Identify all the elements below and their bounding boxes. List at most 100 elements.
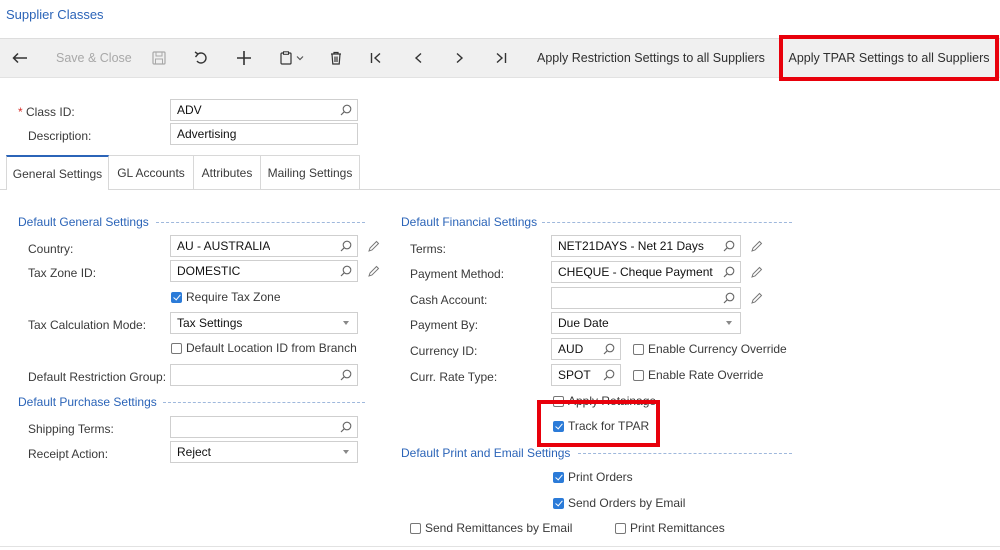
- checkbox-box[interactable]: [553, 471, 564, 483]
- country-value: AU - AUSTRALIA: [177, 239, 271, 253]
- section-divider: [163, 402, 365, 403]
- enable-rate-override-checkbox[interactable]: Enable Rate Override: [633, 368, 763, 382]
- search-icon[interactable]: [340, 265, 352, 277]
- last-record-button[interactable]: [495, 52, 507, 64]
- trash-icon: [331, 51, 341, 65]
- checkbox-box[interactable]: [633, 369, 644, 381]
- search-icon[interactable]: [603, 343, 615, 355]
- plus-icon: [237, 51, 251, 65]
- first-icon: [370, 52, 381, 64]
- search-icon[interactable]: [723, 240, 735, 252]
- payment-by-select[interactable]: Due Date: [551, 312, 741, 334]
- copy-paste-button[interactable]: [280, 51, 304, 65]
- checkbox-box[interactable]: [553, 497, 564, 509]
- search-icon[interactable]: [340, 240, 352, 252]
- send-orders-email-checkbox[interactable]: Send Orders by Email: [553, 496, 685, 510]
- dropdown-caret-icon: [343, 450, 349, 454]
- restriction-group-field[interactable]: [170, 364, 358, 386]
- chevron-left-icon: [414, 52, 422, 64]
- back-button[interactable]: [12, 52, 28, 64]
- add-button[interactable]: [237, 51, 251, 65]
- country-field[interactable]: AU - AUSTRALIA: [170, 235, 358, 257]
- apply-tpar-button[interactable]: Apply TPAR Settings to all Suppliers: [779, 35, 999, 81]
- tax-zone-field[interactable]: DOMESTIC: [170, 260, 358, 282]
- general-settings-section-title: Default General Settings: [18, 215, 149, 229]
- tax-calc-mode-value: Tax Settings: [177, 316, 243, 330]
- rate-type-field[interactable]: SPOT: [551, 364, 621, 386]
- search-icon[interactable]: [723, 292, 735, 304]
- send-orders-email-label: Send Orders by Email: [568, 496, 686, 510]
- payment-by-value: Due Date: [558, 316, 609, 330]
- search-icon[interactable]: [340, 104, 352, 116]
- cash-account-field[interactable]: [551, 287, 741, 309]
- first-record-button[interactable]: [370, 52, 382, 64]
- edit-pencil-icon[interactable]: [367, 265, 380, 278]
- tab-general-settings[interactable]: General Settings: [6, 155, 109, 190]
- undo-icon: [194, 51, 207, 64]
- terms-field[interactable]: NET21DAYS - Net 21 Days: [551, 235, 741, 257]
- save-close-button[interactable]: Save & Close: [56, 51, 132, 65]
- search-icon[interactable]: [340, 369, 352, 381]
- currency-id-field[interactable]: AUD: [551, 338, 621, 360]
- receipt-action-value: Reject: [177, 445, 212, 459]
- print-orders-checkbox[interactable]: Print Orders: [553, 470, 633, 484]
- checkbox-box[interactable]: [410, 522, 421, 534]
- enable-currency-override-checkbox[interactable]: Enable Currency Override: [633, 342, 787, 356]
- enable-currency-override-label: Enable Currency Override: [648, 342, 787, 356]
- clipboard-icon: [280, 51, 292, 65]
- tax-zone-value: DOMESTIC: [177, 264, 241, 278]
- page-title: Supplier Classes: [6, 7, 104, 22]
- delete-button[interactable]: [330, 51, 342, 65]
- class-id-value: ADV: [177, 103, 202, 117]
- tab-attributes[interactable]: Attributes: [194, 155, 261, 190]
- cash-account-label: Cash Account:: [410, 293, 488, 307]
- next-record-button[interactable]: [456, 52, 464, 64]
- receipt-action-select[interactable]: Reject: [170, 441, 358, 463]
- terms-label: Terms:: [410, 242, 446, 256]
- send-remittances-email-checkbox[interactable]: Send Remittances by Email: [410, 521, 572, 535]
- default-location-checkbox[interactable]: Default Location ID from Branch: [171, 341, 357, 355]
- search-icon[interactable]: [723, 266, 735, 278]
- tab-gl-accounts[interactable]: GL Accounts: [109, 155, 194, 190]
- shipping-terms-field[interactable]: [170, 416, 358, 438]
- edit-pencil-icon[interactable]: [750, 292, 763, 305]
- currency-id-label: Currency ID:: [410, 344, 478, 358]
- class-id-label: * Class ID:: [18, 105, 75, 119]
- undo-button[interactable]: [194, 51, 209, 65]
- checkbox-box[interactable]: [171, 291, 182, 303]
- section-divider: [578, 453, 792, 454]
- chevron-down-icon: [296, 56, 304, 61]
- checkbox-box[interactable]: [171, 342, 182, 354]
- description-field[interactable]: Advertising: [170, 123, 358, 145]
- checkbox-box[interactable]: [615, 522, 626, 534]
- search-icon[interactable]: [603, 369, 615, 381]
- page-bottom-border: [0, 546, 1000, 547]
- save-button[interactable]: [152, 51, 166, 65]
- edit-pencil-icon[interactable]: [750, 240, 763, 253]
- class-id-field[interactable]: ADV: [170, 99, 358, 121]
- section-divider: [542, 222, 792, 223]
- search-icon[interactable]: [340, 421, 352, 433]
- tax-calc-mode-select[interactable]: Tax Settings: [170, 312, 358, 334]
- require-tax-zone-checkbox[interactable]: Require Tax Zone: [171, 290, 281, 304]
- edit-pencil-icon[interactable]: [750, 266, 763, 279]
- description-value: Advertising: [177, 127, 237, 141]
- tab-mailing-settings[interactable]: Mailing Settings: [261, 155, 360, 190]
- description-label: Description:: [28, 129, 92, 143]
- apply-restriction-button[interactable]: Apply Restriction Settings to all Suppli…: [537, 51, 765, 65]
- payment-method-label: Payment Method:: [410, 267, 505, 281]
- save-icon: [152, 51, 166, 65]
- toolbar: Save & Close Apply Restriction Settings …: [0, 35, 1000, 81]
- print-email-section-title: Default Print and Email Settings: [401, 446, 571, 460]
- rate-type-label: Curr. Rate Type:: [410, 370, 498, 384]
- terms-value: NET21DAYS - Net 21 Days: [558, 239, 704, 253]
- checkbox-box[interactable]: [633, 343, 644, 355]
- chevron-right-icon: [456, 52, 464, 64]
- payment-method-field[interactable]: CHEQUE - Cheque Payment: [551, 261, 741, 283]
- last-icon: [496, 52, 507, 64]
- print-remittances-checkbox[interactable]: Print Remittances: [615, 521, 725, 535]
- restriction-group-label: Default Restriction Group:: [28, 370, 167, 384]
- previous-record-button[interactable]: [414, 52, 422, 64]
- rate-type-value: SPOT: [558, 368, 591, 382]
- edit-pencil-icon[interactable]: [367, 240, 380, 253]
